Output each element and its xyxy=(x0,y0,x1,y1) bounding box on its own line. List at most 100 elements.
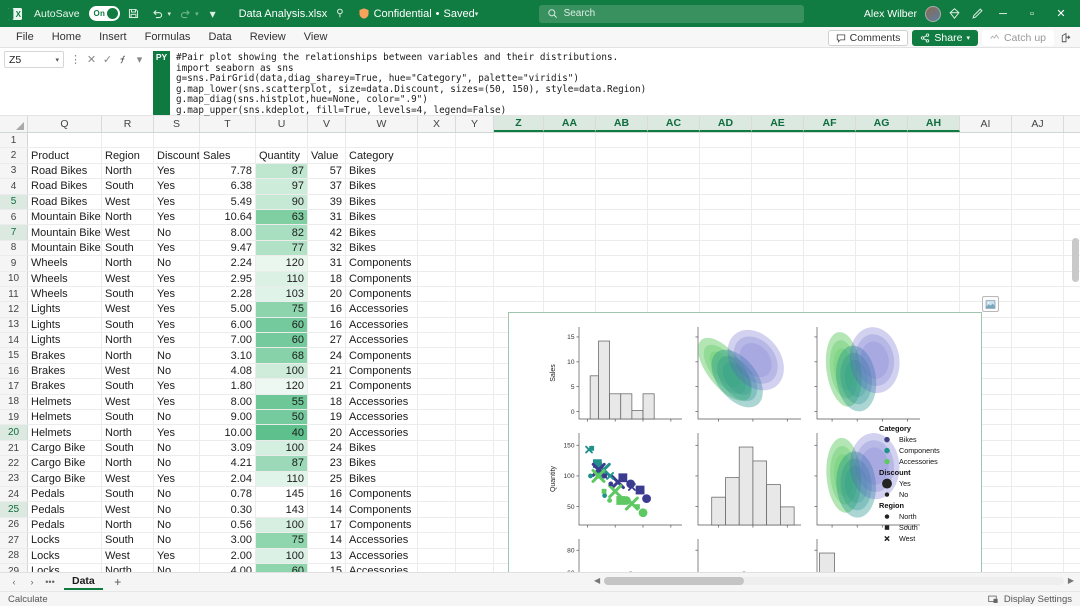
cell-W20[interactable]: Accessories xyxy=(346,425,418,440)
row-header-7[interactable]: 7 xyxy=(0,225,28,240)
cell-X27[interactable] xyxy=(418,533,456,548)
cell-S6[interactable]: Yes xyxy=(154,209,200,225)
cell-AH5[interactable] xyxy=(908,194,960,209)
cell-AA8[interactable] xyxy=(544,240,596,256)
cell-AA9[interactable] xyxy=(544,256,596,271)
cell-AG9[interactable] xyxy=(856,256,908,271)
column-header-ae[interactable]: AE xyxy=(752,116,804,132)
cell-S26[interactable]: No xyxy=(154,517,200,533)
cell-S10[interactable]: Yes xyxy=(154,271,200,286)
cell-AG1[interactable] xyxy=(856,133,908,148)
cell-S22[interactable]: No xyxy=(154,456,200,471)
formula-more-icon[interactable]: ⋮ xyxy=(68,52,83,68)
cell-V24[interactable]: 16 xyxy=(308,486,346,502)
minimize-icon[interactable]: ─ xyxy=(990,2,1016,26)
column-header-r[interactable]: R xyxy=(102,116,154,132)
cell-AA3[interactable] xyxy=(544,163,596,179)
redo-icon[interactable] xyxy=(175,4,195,24)
cell-AH8[interactable] xyxy=(908,240,960,256)
cell-W7[interactable]: Bikes xyxy=(346,225,418,240)
horizontal-scrollbar-track[interactable] xyxy=(604,576,1064,585)
save-state-chevron-down-icon[interactable]: ▾ xyxy=(475,10,479,18)
cell-AH2[interactable] xyxy=(908,148,960,163)
cell-W6[interactable]: Bikes xyxy=(346,209,418,225)
row-header-16[interactable]: 16 xyxy=(0,363,28,379)
cell-AH4[interactable] xyxy=(908,179,960,194)
cell-X18[interactable] xyxy=(418,394,456,410)
cell-T19[interactable]: 9.00 xyxy=(200,410,256,425)
cell-AC11[interactable] xyxy=(648,286,700,302)
cell-W24[interactable]: Components xyxy=(346,486,418,502)
cell-Q22[interactable]: Cargo Bike xyxy=(28,456,102,471)
cell-W26[interactable]: Components xyxy=(346,517,418,533)
cell-Y13[interactable] xyxy=(456,317,494,333)
row-header-25[interactable]: 25 xyxy=(0,502,28,517)
cell-Y5[interactable] xyxy=(456,194,494,209)
cell-Q3[interactable]: Road Bikes xyxy=(28,163,102,179)
cell-AJ3[interactable] xyxy=(1012,163,1064,179)
cell-R17[interactable]: South xyxy=(102,379,154,394)
cell-AH7[interactable] xyxy=(908,225,960,240)
table-row[interactable]: 8 Mountain Bike South Yes 9.47 77 32 Bikes xyxy=(0,240,1080,257)
cell-T28[interactable]: 2.00 xyxy=(200,548,256,563)
row-header-17[interactable]: 17 xyxy=(0,379,28,394)
cell-AB7[interactable] xyxy=(596,225,648,240)
share-button[interactable]: Share ▾ xyxy=(912,29,978,46)
undo-chevron-down-icon[interactable]: ▾ xyxy=(168,10,172,18)
cell-W3[interactable]: Bikes xyxy=(346,163,418,179)
cell-AC9[interactable] xyxy=(648,256,700,271)
cell-Q16[interactable]: Brakes xyxy=(28,363,102,379)
cell-X23[interactable] xyxy=(418,471,456,486)
display-settings-icon[interactable] xyxy=(988,594,999,605)
cell-AD7[interactable] xyxy=(700,225,752,240)
column-header-x[interactable]: X xyxy=(418,116,456,132)
cell-AD8[interactable] xyxy=(700,240,752,256)
cell-Y7[interactable] xyxy=(456,225,494,240)
cell-AJ9[interactable] xyxy=(1012,256,1064,271)
cell-Y15[interactable] xyxy=(456,348,494,363)
display-settings-label[interactable]: Display Settings xyxy=(1004,594,1072,605)
cell-T20[interactable]: 10.00 xyxy=(200,425,256,440)
cell-Q7[interactable]: Mountain Bike xyxy=(28,225,102,240)
cell-Y3[interactable] xyxy=(456,163,494,179)
cell-AC1[interactable] xyxy=(648,133,700,148)
cell-U12[interactable]: 75 xyxy=(256,302,308,317)
cell-AF5[interactable] xyxy=(804,194,856,209)
cell-AJ11[interactable] xyxy=(1012,286,1064,302)
cell-S24[interactable]: No xyxy=(154,486,200,502)
cell-AA4[interactable] xyxy=(544,179,596,194)
save-icon[interactable] xyxy=(124,4,144,24)
cell-Q28[interactable]: Locks xyxy=(28,548,102,563)
cell-U5[interactable]: 90 xyxy=(256,194,308,209)
cell-Q6[interactable]: Mountain Bike xyxy=(28,209,102,225)
cell-AE7[interactable] xyxy=(752,225,804,240)
cell-S27[interactable]: No xyxy=(154,533,200,548)
cell-X1[interactable] xyxy=(418,133,456,148)
cell-U8[interactable]: 77 xyxy=(256,240,308,256)
cell-S28[interactable]: Yes xyxy=(154,548,200,563)
cell-Y25[interactable] xyxy=(456,502,494,517)
cell-Z11[interactable] xyxy=(494,286,544,302)
cell-X20[interactable] xyxy=(418,425,456,440)
cell-AG6[interactable] xyxy=(856,209,908,225)
cell-X12[interactable] xyxy=(418,302,456,317)
table-row[interactable]: 2 Product Region Discount Sales Quantity Value… xyxy=(0,148,1080,164)
cell-Y8[interactable] xyxy=(456,240,494,256)
table-row[interactable]: 6 Mountain Bike North Yes 10.64 63 31 Bikes xyxy=(0,209,1080,226)
cell-W21[interactable]: Bikes xyxy=(346,440,418,456)
row-header-9[interactable]: 9 xyxy=(0,256,28,271)
row-header-18[interactable]: 18 xyxy=(0,394,28,410)
cell-Z4[interactable] xyxy=(494,179,544,194)
cell-AG10[interactable] xyxy=(856,271,908,286)
cell-U16[interactable]: 100 xyxy=(256,363,308,379)
cell-S13[interactable]: Yes xyxy=(154,317,200,333)
cell-Y16[interactable] xyxy=(456,363,494,379)
cell-W11[interactable]: Components xyxy=(346,286,418,302)
select-all-corner[interactable] xyxy=(0,116,28,132)
cell-Y2[interactable] xyxy=(456,148,494,163)
cell-W18[interactable]: Accessories xyxy=(346,394,418,410)
cell-U4[interactable]: 97 xyxy=(256,179,308,194)
cell-U18[interactable]: 55 xyxy=(256,394,308,410)
table-row[interactable]: 7 Mountain Bike West No 8.00 82 42 Bikes xyxy=(0,225,1080,241)
cell-AJ29[interactable] xyxy=(1012,563,1064,572)
